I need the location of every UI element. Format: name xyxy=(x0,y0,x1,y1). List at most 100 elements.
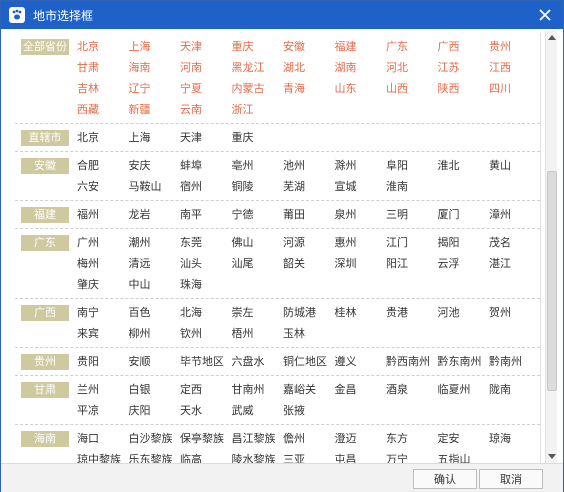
city-link[interactable]: 梧州 xyxy=(232,324,284,343)
city-link[interactable]: 河南 xyxy=(180,58,232,77)
city-link[interactable]: 南平 xyxy=(180,205,232,224)
city-link[interactable]: 池州 xyxy=(283,156,335,175)
city-link[interactable]: 甘南州 xyxy=(232,380,284,399)
city-link[interactable]: 惠州 xyxy=(335,233,387,252)
city-link[interactable]: 贵港 xyxy=(386,303,438,322)
city-link[interactable]: 江苏 xyxy=(438,58,490,77)
city-link[interactable]: 六安 xyxy=(77,177,129,196)
city-link[interactable]: 宁夏 xyxy=(180,79,232,98)
province-tag[interactable]: 安徽 xyxy=(21,158,69,174)
city-link[interactable]: 张掖 xyxy=(283,401,335,420)
city-link[interactable]: 贺州 xyxy=(489,303,540,322)
city-link[interactable]: 漳州 xyxy=(489,205,540,224)
city-link[interactable]: 河北 xyxy=(386,58,438,77)
city-link[interactable]: 万宁 xyxy=(386,450,438,463)
city-link[interactable]: 南宁 xyxy=(77,303,129,322)
city-link[interactable]: 黔南州 xyxy=(489,352,540,371)
city-link[interactable]: 定安 xyxy=(438,429,490,448)
city-link[interactable]: 湛江 xyxy=(489,254,540,273)
city-link[interactable]: 宁德 xyxy=(232,205,284,224)
city-link[interactable]: 广州 xyxy=(77,233,129,252)
city-link[interactable]: 海口 xyxy=(77,429,129,448)
city-link[interactable]: 揭阳 xyxy=(438,233,490,252)
city-link[interactable]: 遵义 xyxy=(335,352,387,371)
city-link[interactable]: 上海 xyxy=(129,128,181,147)
city-link[interactable]: 泉州 xyxy=(335,205,387,224)
city-link[interactable]: 黄山 xyxy=(489,156,540,175)
city-link[interactable]: 重庆 xyxy=(232,37,284,56)
close-button[interactable] xyxy=(535,5,555,25)
city-link[interactable]: 白银 xyxy=(129,380,181,399)
city-link[interactable]: 马鞍山 xyxy=(129,177,181,196)
city-link[interactable]: 滁州 xyxy=(335,156,387,175)
city-link[interactable]: 汕尾 xyxy=(232,254,284,273)
city-link[interactable]: 河源 xyxy=(283,233,335,252)
city-link[interactable]: 湖南 xyxy=(335,58,387,77)
province-tag[interactable]: 直辖市 xyxy=(21,130,69,146)
city-link[interactable]: 陕西 xyxy=(438,79,490,98)
city-link[interactable]: 琼海 xyxy=(489,429,540,448)
city-link[interactable]: 天津 xyxy=(180,37,232,56)
city-link[interactable]: 天水 xyxy=(180,401,232,420)
city-link[interactable]: 合肥 xyxy=(77,156,129,175)
city-link[interactable]: 青海 xyxy=(283,79,335,98)
city-link[interactable]: 乐东黎族 xyxy=(129,450,181,463)
city-link[interactable]: 陇南 xyxy=(489,380,540,399)
city-link[interactable]: 汕头 xyxy=(180,254,232,273)
city-link[interactable]: 茂名 xyxy=(489,233,540,252)
city-link[interactable]: 重庆 xyxy=(232,128,284,147)
city-link[interactable]: 韶关 xyxy=(283,254,335,273)
city-link[interactable]: 定西 xyxy=(180,380,232,399)
city-link[interactable]: 金昌 xyxy=(335,380,387,399)
city-link[interactable]: 湖北 xyxy=(283,58,335,77)
city-link[interactable]: 嘉峪关 xyxy=(283,380,335,399)
city-link[interactable]: 淮南 xyxy=(386,177,438,196)
city-link[interactable]: 庆阳 xyxy=(129,401,181,420)
city-link[interactable]: 宿州 xyxy=(180,177,232,196)
scroll-thumb[interactable] xyxy=(547,171,557,391)
city-link[interactable]: 三明 xyxy=(386,205,438,224)
city-link[interactable]: 贵州 xyxy=(489,37,540,56)
city-link[interactable]: 潮州 xyxy=(129,233,181,252)
city-link[interactable]: 兰州 xyxy=(77,380,129,399)
city-link[interactable]: 防城港 xyxy=(283,303,335,322)
city-link[interactable]: 东莞 xyxy=(180,233,232,252)
city-link[interactable]: 珠海 xyxy=(180,275,232,294)
city-link[interactable]: 陵水黎族 xyxy=(232,450,284,463)
city-link[interactable]: 天津 xyxy=(180,128,232,147)
city-link[interactable]: 东方 xyxy=(386,429,438,448)
city-link[interactable]: 厦门 xyxy=(438,205,490,224)
confirm-button[interactable]: 确认 xyxy=(413,469,477,489)
city-link[interactable]: 清远 xyxy=(129,254,181,273)
city-link[interactable]: 吉林 xyxy=(77,79,129,98)
city-link[interactable]: 白沙黎族 xyxy=(129,429,181,448)
city-link[interactable]: 内蒙古 xyxy=(232,79,284,98)
city-link[interactable]: 亳州 xyxy=(232,156,284,175)
city-link[interactable]: 辽宁 xyxy=(129,79,181,98)
city-link[interactable]: 崇左 xyxy=(232,303,284,322)
city-link[interactable]: 五指山 xyxy=(438,450,490,463)
city-link[interactable]: 甘肃 xyxy=(77,58,129,77)
city-link[interactable]: 武威 xyxy=(232,401,284,420)
scroll-up-arrow-icon[interactable] xyxy=(546,31,558,43)
city-link[interactable]: 玉林 xyxy=(283,324,335,343)
city-link[interactable]: 龙岩 xyxy=(129,205,181,224)
city-link[interactable]: 江门 xyxy=(386,233,438,252)
city-link[interactable]: 六盘水 xyxy=(232,352,284,371)
city-link[interactable]: 屯昌 xyxy=(335,450,387,463)
city-link[interactable]: 蚌埠 xyxy=(180,156,232,175)
city-link[interactable]: 山西 xyxy=(386,79,438,98)
city-link[interactable]: 铜仁地区 xyxy=(283,352,335,371)
city-link[interactable]: 上海 xyxy=(129,37,181,56)
city-link[interactable]: 北京 xyxy=(77,37,129,56)
city-link[interactable]: 百色 xyxy=(129,303,181,322)
province-tag[interactable]: 广西 xyxy=(21,305,69,321)
city-link[interactable]: 四川 xyxy=(489,79,540,98)
city-link[interactable]: 阜阳 xyxy=(386,156,438,175)
cancel-button[interactable]: 取消 xyxy=(479,469,543,489)
city-link[interactable]: 柳州 xyxy=(129,324,181,343)
city-link[interactable]: 福建 xyxy=(335,37,387,56)
city-link[interactable]: 琼中黎族 xyxy=(77,450,129,463)
city-link[interactable]: 新疆 xyxy=(129,100,181,119)
city-link[interactable]: 毕节地区 xyxy=(180,352,232,371)
